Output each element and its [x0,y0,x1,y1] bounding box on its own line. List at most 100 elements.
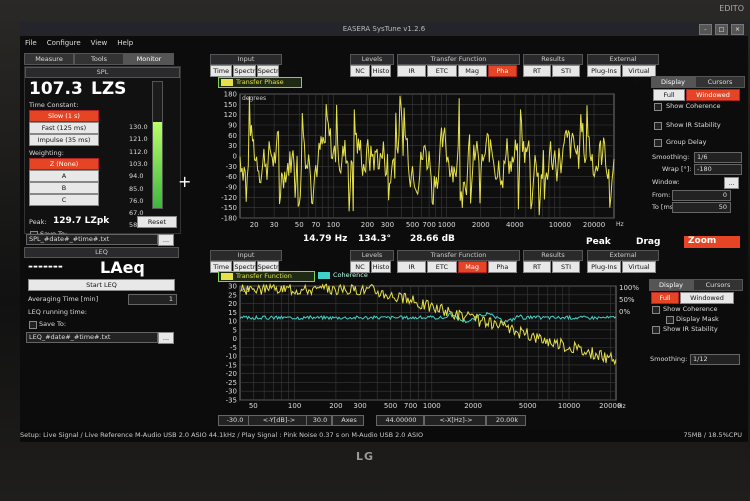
start-leq-button[interactable]: Start LEQ [28,279,175,291]
legend-swatch [318,272,330,279]
tab-tools[interactable]: Tools [74,53,124,65]
weighting-a-button[interactable]: A [29,170,99,182]
axis-control-yl[interactable]: <-Y[dB]-> [248,415,308,426]
y-tick-label: -180 [221,215,237,223]
toolbar-button-histo[interactable]: Histo [371,65,391,77]
minimize-button[interactable]: - [699,24,712,35]
peak-tool[interactable]: Peak [586,237,611,247]
toolbar-button-etc[interactable]: ETC [427,261,457,273]
toolbar-button-sti[interactable]: STI [552,65,580,77]
x-axis-unit: Hz [618,403,626,410]
leq-browse-button[interactable]: ... [158,332,174,344]
y-tick-label: 0 [233,153,237,161]
toolbar-button-etc[interactable]: ETC [427,65,457,77]
leq-save-checkbox[interactable] [29,321,37,329]
menu-view[interactable]: View [91,37,108,50]
full-button-bottom[interactable]: Full [651,292,679,304]
toolbar-button-time-signal[interactable]: Time Signal [210,65,233,85]
group-delay-checkbox[interactable] [654,139,662,147]
display-mask-checkbox[interactable] [666,316,674,324]
toolbar-button-plug-ins[interactable]: Plug-Ins [587,65,621,77]
to-input[interactable]: 50 [672,202,731,213]
menu-help[interactable]: Help [117,37,133,50]
axis-control-axes[interactable]: Axes [332,415,364,426]
spl-scale-tick: 121.0 [129,135,148,144]
tab-cursors-top[interactable]: Cursors [695,76,745,88]
from-input[interactable]: 0 [672,190,731,201]
spl-unit: LZS [91,79,127,99]
windowed-button-bottom[interactable]: Windowed [680,292,734,304]
weighting-c-button[interactable]: C [29,194,99,206]
windowed-button-top[interactable]: Windowed [686,89,740,101]
toolbar-button-spectrum[interactable]: Spectrum [233,65,266,77]
drag-tool[interactable]: Drag [636,237,660,247]
tab-monitor[interactable]: Monitor [124,53,174,65]
wrap-select[interactable]: -180 [694,164,742,175]
toolbar-button-ir[interactable]: IR [397,261,427,273]
reset-button[interactable]: Reset [137,216,177,228]
x-tick-label: 4000 [506,221,524,229]
toolbar-button-ir[interactable]: IR [397,65,427,77]
slow-button[interactable]: Slow (1 s) [29,110,99,122]
averaging-input[interactable]: 1 [128,294,177,305]
show-ir-stability-checkbox-bottom[interactable] [652,326,660,334]
toolbar-button-sti[interactable]: STI [552,261,580,273]
weighting-z-button[interactable]: Z (None) [29,158,99,170]
close-button[interactable]: × [731,24,744,35]
menu-file[interactable]: File [25,37,37,50]
show-coherence-checkbox-top[interactable] [654,103,662,111]
toolbar-button-pha[interactable]: Pha [487,65,517,77]
window-titlebar: EASERA SysTune v1.2.6 - □ × [20,22,748,36]
toolbar-button-spectrogram[interactable]: Spectrogram [256,65,300,77]
axis-control-ymin[interactable]: -30.0 [218,415,250,426]
status-text: Setup: Live Signal / Live Reference M-Au… [20,431,424,439]
tab-measure[interactable]: Measure [24,53,74,65]
smoothing-select-bottom[interactable]: 1/12 [690,354,740,365]
axis-control-xmin[interactable]: 44.00000 [376,415,424,426]
show-ir-stability-label-top: Show IR Stability [666,121,721,129]
x-tick-label: 70 [311,221,320,229]
x-tick-label: 10000 [558,402,580,410]
weighting-b-button[interactable]: B [29,182,99,194]
y-tick-label: -90 [226,184,237,192]
fast-button[interactable]: Fast (125 ms) [29,122,99,134]
toolbar-button-rt[interactable]: RT [523,261,551,273]
group-title: Input [210,250,282,261]
zoom-tool[interactable]: Zoom [684,236,740,248]
x-tick-label: 700 [404,402,417,410]
status-bar: Setup: Live Signal / Live Reference M-Au… [20,429,748,441]
y-tick-label: 0 [233,335,237,343]
tab-cursors-bottom[interactable]: Cursors [693,279,743,291]
toolbar-button-mag[interactable]: Mag [457,261,487,273]
leq-save-path[interactable]: LEQ_#date#_#time#.txt [26,332,158,343]
x-tick-label: 10000 [549,221,571,229]
axis-control-xmax[interactable]: 20.00k [486,415,526,426]
window-label: Window: [652,178,680,186]
phase-chart[interactable]: 1801501209060300-30-60-90-120-150-180deg… [206,86,628,234]
magnitude-chart[interactable]: 302520151050-5-10-15-20-25-30-35dB 100%50… [206,282,646,422]
axis-control-xl[interactable]: <-X[Hz]-> [424,415,486,426]
y-tick-label: -60 [226,173,237,181]
coherence-tick-label: 100% [619,284,639,292]
menu-configure[interactable]: Configure [47,37,81,50]
toolbar-button-pha[interactable]: Pha [487,261,517,273]
show-ir-stability-checkbox-top[interactable] [654,122,662,130]
full-button-top[interactable]: Full [653,89,685,101]
window-button[interactable]: ... [724,177,739,189]
tab-display-top[interactable]: Display [651,76,695,88]
corner-label: EDITO [719,4,744,13]
toolbar-button-nc[interactable]: NC [350,65,370,77]
smoothing-select-top[interactable]: 1/6 [694,152,742,163]
axis-control-ymax[interactable]: 30.0 [306,415,332,426]
group-title: Transfer Function [397,54,520,65]
impulse-button[interactable]: Impulse (35 ms) [29,134,99,146]
toolbar-button-mag[interactable]: Mag [457,65,487,77]
group-title: Levels [350,54,394,65]
show-coherence-checkbox-bottom[interactable] [652,306,660,314]
toolbar-button-rt[interactable]: RT [523,65,551,77]
toolbar-button-virtual-eq[interactable]: Virtual EQ [622,261,656,281]
maximize-button[interactable]: □ [715,24,728,35]
toolbar-button-plug-ins[interactable]: Plug-Ins [587,261,621,273]
app-window: EASERA SysTune v1.2.6 - □ × File Configu… [20,22,748,442]
tab-display-bottom[interactable]: Display [649,279,693,291]
